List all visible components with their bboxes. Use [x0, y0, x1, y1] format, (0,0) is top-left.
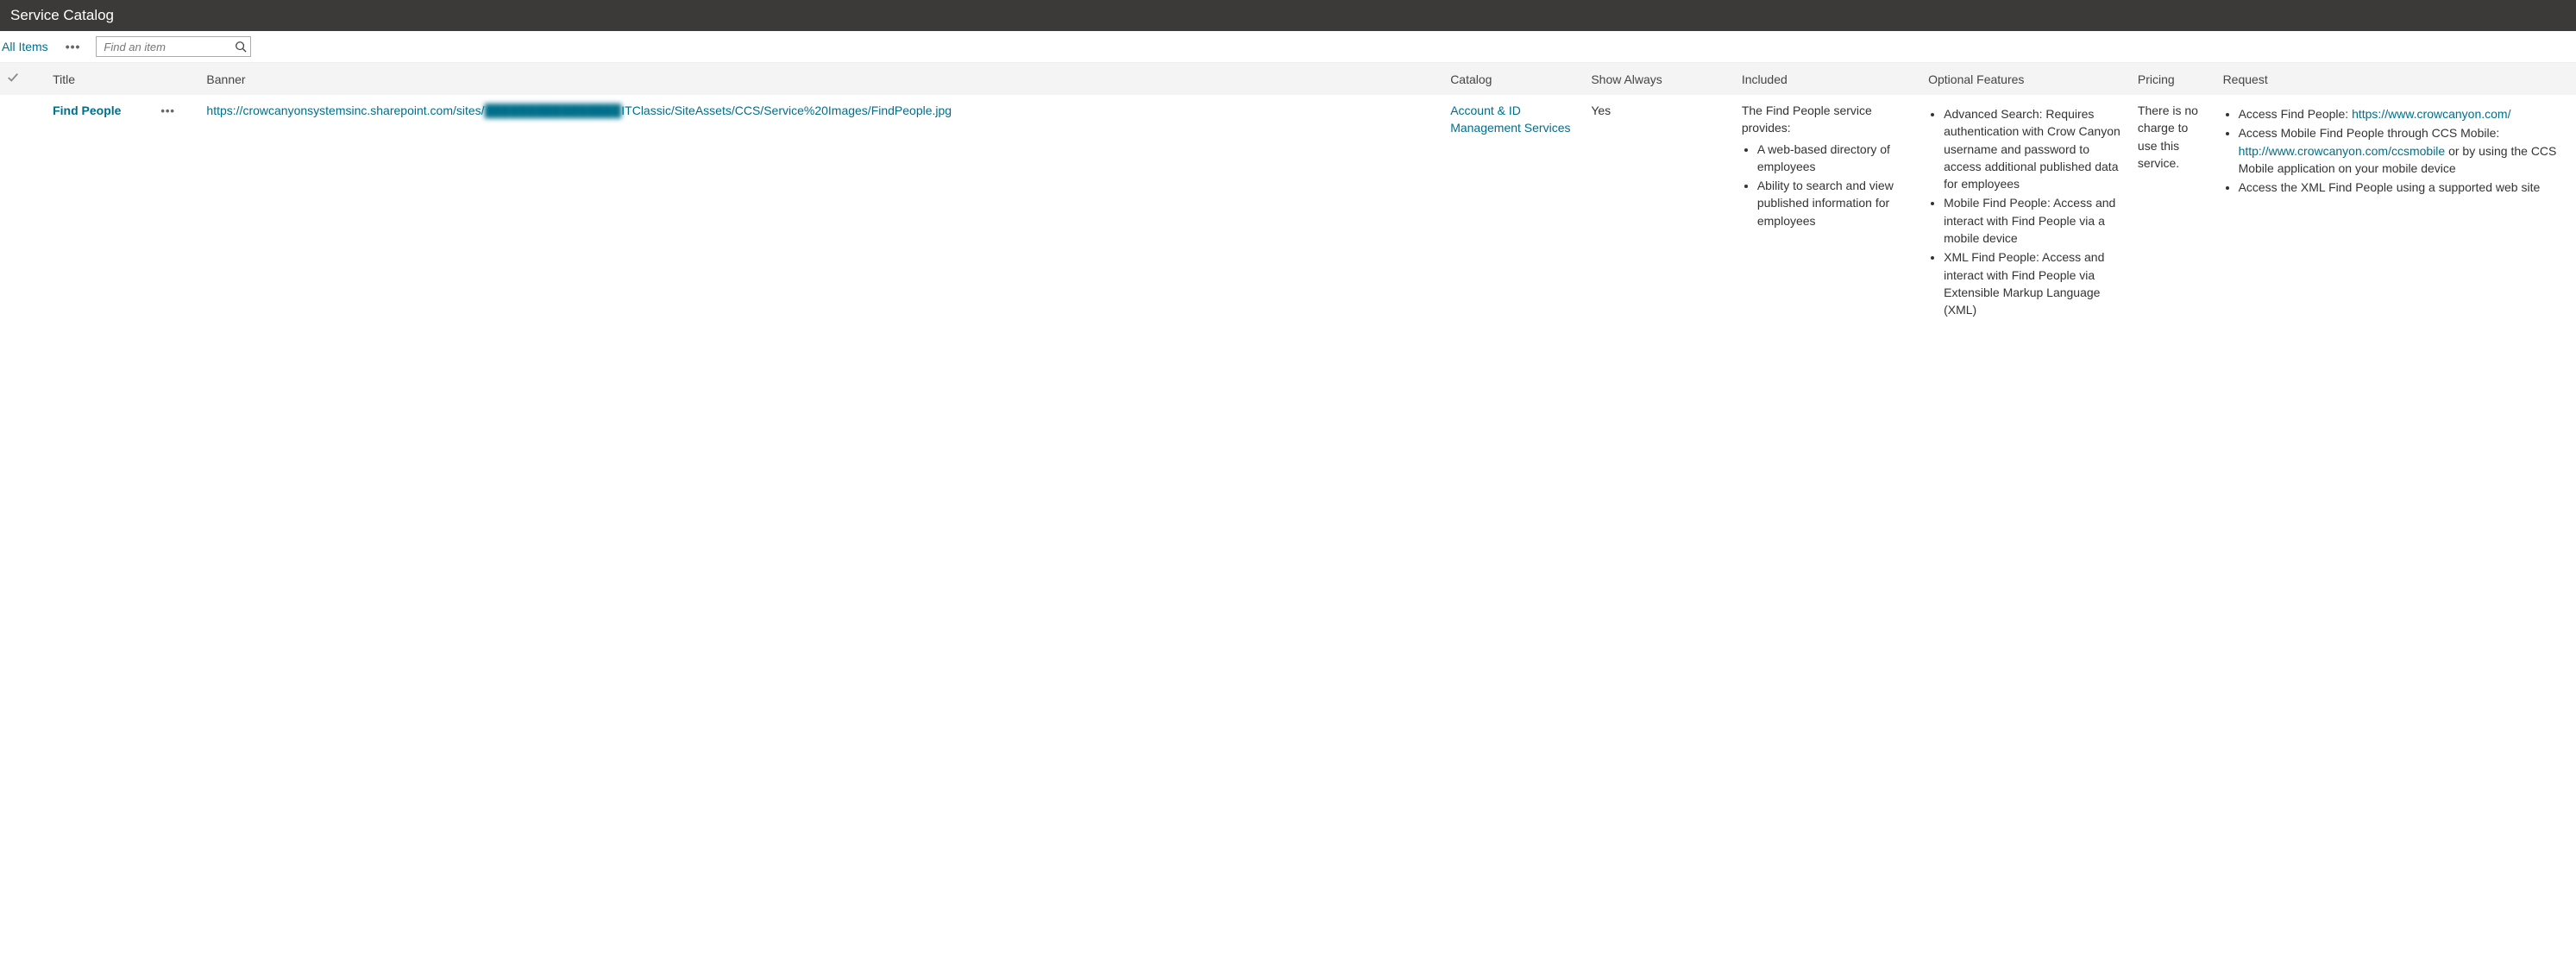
cell-optional: Advanced Search: Requires authentication…: [1921, 95, 2131, 330]
catalog-link[interactable]: Account & ID Management Services: [1450, 104, 1570, 135]
list-item: Access the XML Find People using a suppo…: [2239, 179, 2569, 196]
page-title: Service Catalog: [10, 7, 114, 23]
list-item: Advanced Search: Requires authentication…: [1944, 105, 2124, 192]
request-link[interactable]: https://www.crowcanyon.com/: [2352, 107, 2510, 121]
column-included[interactable]: Included: [1735, 63, 1921, 95]
column-optional[interactable]: Optional Features: [1921, 63, 2131, 95]
item-title-link[interactable]: Find People: [53, 104, 121, 117]
request-text: Access the XML Find People using a suppo…: [2239, 180, 2541, 194]
request-text: Access Mobile Find People through CCS Mo…: [2239, 126, 2500, 140]
list-item: Ability to search and view published inf…: [1757, 177, 1914, 229]
column-request[interactable]: Request: [2216, 63, 2576, 95]
page-header: Service Catalog: [0, 0, 2576, 31]
toolbar-more-icon[interactable]: •••: [62, 40, 85, 53]
cell-title: Find People: [46, 95, 154, 330]
included-list: A web-based directory of employees Abili…: [1742, 141, 1914, 229]
list-item: Access Mobile Find People through CCS Mo…: [2239, 124, 2569, 177]
search-box[interactable]: [96, 36, 251, 57]
column-banner[interactable]: Banner: [199, 63, 1443, 95]
column-catalog[interactable]: Catalog: [1443, 63, 1584, 95]
cell-request: Access Find People: https://www.crowcany…: [2216, 95, 2576, 330]
row-select-cell[interactable]: [0, 95, 46, 330]
view-all-items[interactable]: All Items: [0, 36, 50, 57]
checkmark-icon: [7, 72, 19, 86]
list-item: Access Find People: https://www.crowcany…: [2239, 105, 2569, 122]
column-show-always[interactable]: Show Always: [1584, 63, 1735, 95]
cell-catalog: Account & ID Management Services: [1443, 95, 1584, 330]
cell-item-menu: •••: [154, 95, 199, 330]
banner-url-pre: https://crowcanyonsystemsinc.sharepoint.…: [206, 104, 484, 117]
list-item: Mobile Find People: Access and interact …: [1944, 194, 2124, 247]
cell-banner: https://crowcanyonsystemsinc.sharepoint.…: [199, 95, 1443, 330]
banner-url-post: ITClassic/SiteAssets/CCS/Service%20Image…: [621, 104, 952, 117]
cell-included: The Find People service provides: A web-…: [1735, 95, 1921, 330]
item-menu-icon[interactable]: •••: [160, 104, 175, 117]
request-link[interactable]: http://www.crowcanyon.com/ccsmobile: [2239, 144, 2446, 158]
table-header-row: Title Banner Catalog Show Always Include…: [0, 63, 2576, 95]
search-icon[interactable]: [235, 41, 247, 53]
optional-list: Advanced Search: Requires authentication…: [1928, 105, 2124, 319]
cell-show-always: Yes: [1584, 95, 1735, 330]
search-input[interactable]: [97, 39, 250, 55]
column-item-menu: [154, 63, 199, 95]
table-row[interactable]: Find People ••• https://crowcanyonsystem…: [0, 95, 2576, 330]
banner-url-redacted: ████████████████: [485, 102, 622, 119]
request-list: Access Find People: https://www.crowcany…: [2223, 105, 2569, 196]
column-title[interactable]: Title: [46, 63, 154, 95]
request-text: Access Find People:: [2239, 107, 2353, 121]
service-catalog-table: Title Banner Catalog Show Always Include…: [0, 63, 2576, 330]
list-toolbar: All Items •••: [0, 31, 2576, 63]
list-item: XML Find People: Access and interact wit…: [1944, 248, 2124, 318]
column-pricing[interactable]: Pricing: [2131, 63, 2216, 95]
column-select[interactable]: [0, 63, 46, 95]
banner-url-link[interactable]: https://crowcanyonsystemsinc.sharepoint.…: [206, 104, 952, 117]
cell-pricing: There is no charge to use this service.: [2131, 95, 2216, 330]
included-intro: The Find People service provides:: [1742, 102, 1914, 137]
list-item: A web-based directory of employees: [1757, 141, 1914, 176]
